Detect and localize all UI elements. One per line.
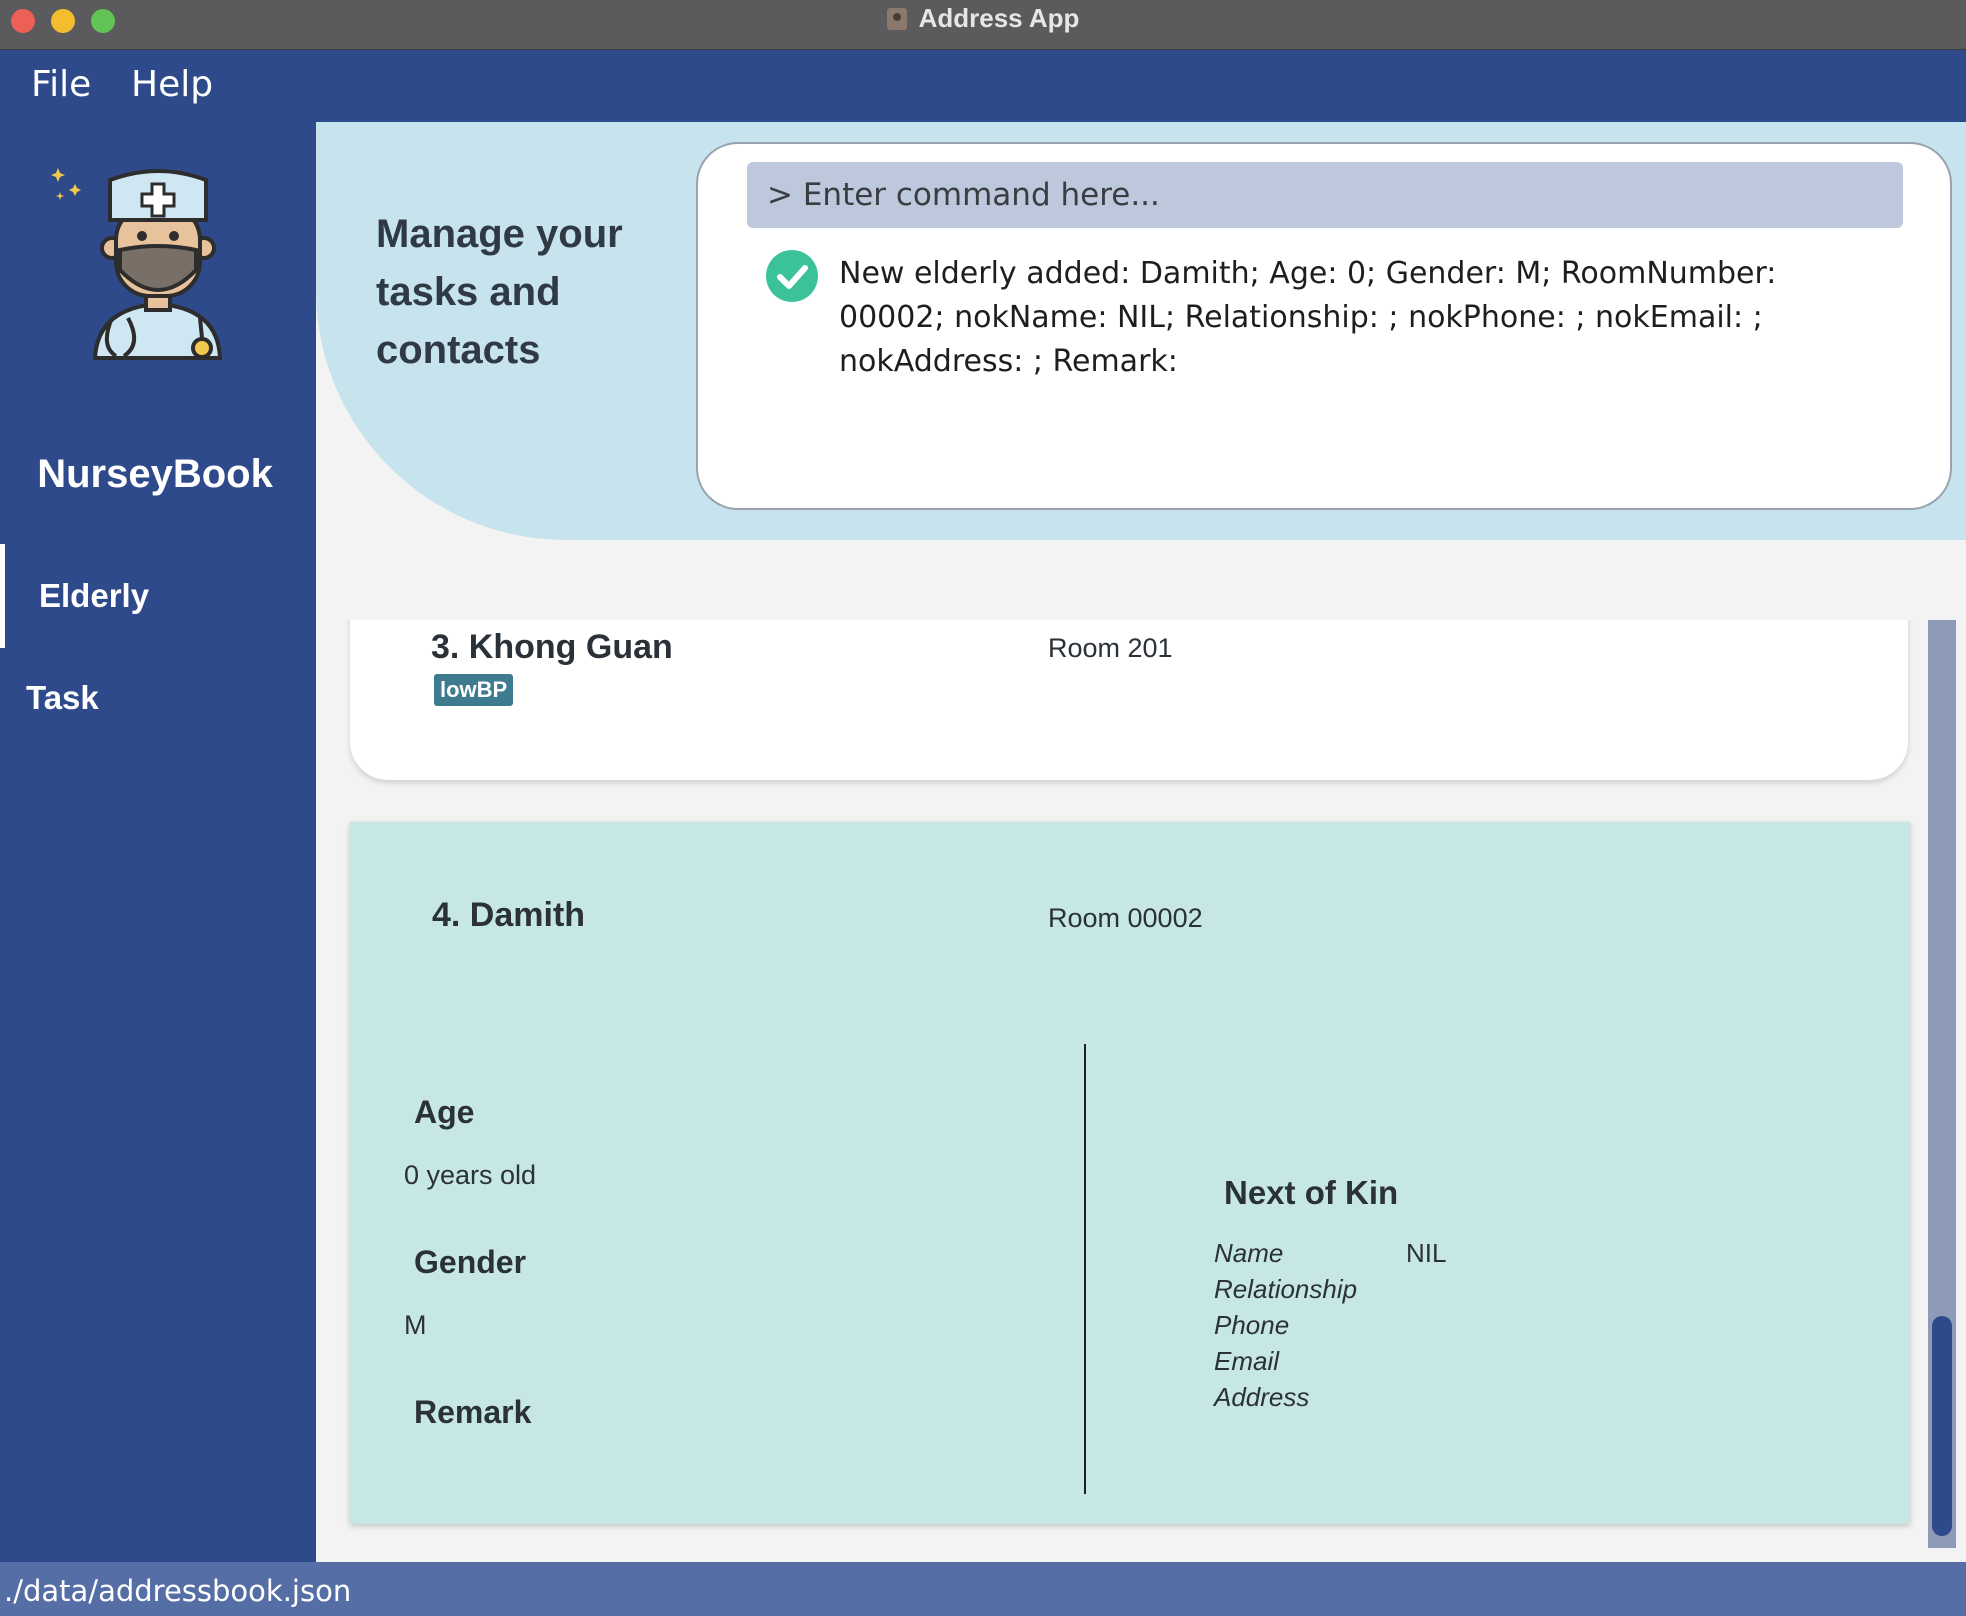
next-of-kin-title: Next of Kin [1224,1174,1399,1211]
address-book-icon [886,7,907,30]
nok-name-value: NIL [1406,1238,1447,1268]
menu-bar: File Help [0,50,1966,122]
check-circle-icon [766,250,818,302]
elderly-name: 4. Damith [432,896,586,934]
window-title-container: Address App [0,0,1966,37]
window-title: Address App [918,3,1080,33]
window-titlebar: Address App [0,0,1966,50]
sidebar-item-task[interactable]: Task [0,646,316,750]
list-item[interactable]: 3. Khong Guan Room 201 lowBP [350,620,1908,780]
elderly-room: Room 00002 [1048,903,1203,933]
nok-address-label: Address [1214,1382,1310,1412]
elderly-name: 3. Khong Guan [431,628,673,666]
list-scrollbar-thumb[interactable] [1932,1316,1952,1536]
gender-value: M [404,1310,427,1340]
app-brand-name: NurseyBook [37,452,273,496]
condition-tag: lowBP [434,674,514,706]
menu-help[interactable]: Help [131,64,213,105]
command-result-message: New elderly added: Damith; Age: 0; Gende… [839,256,1777,379]
list-item-selected[interactable]: 4. Damith Room 00002 Age 0 years old Gen… [350,822,1910,1524]
page-tagline: Manage your tasks and contacts [376,212,623,372]
nok-relationship-label: Relationship [1214,1274,1358,1304]
age-title: Age [414,1094,475,1130]
nurse-avatar-icon [51,168,223,360]
command-panel: New elderly added: Damith; Age: 0; Gende… [696,142,1952,510]
sidebar: NurseyBook Elderly Task [0,122,316,1562]
age-value: 0 years old [404,1160,537,1190]
nok-name-label: Name [1214,1238,1284,1268]
remark-title: Remark [414,1394,532,1430]
data-file-path: ./data/addressbook.json [4,1574,352,1608]
details-divider [1084,1044,1086,1494]
menu-file[interactable]: File [31,64,91,105]
elderly-list: 3. Khong Guan Room 201 lowBP 4. Damith R… [316,620,1928,1560]
nok-phone-label: Phone [1214,1310,1290,1340]
status-bar: ./data/addressbook.json [0,1562,1966,1616]
gender-title: Gender [414,1244,527,1280]
command-input[interactable] [747,162,1903,228]
sidebar-item-elderly[interactable]: Elderly [0,544,316,648]
elderly-room: Room 201 [1048,633,1173,663]
nok-email-label: Email [1214,1346,1280,1376]
